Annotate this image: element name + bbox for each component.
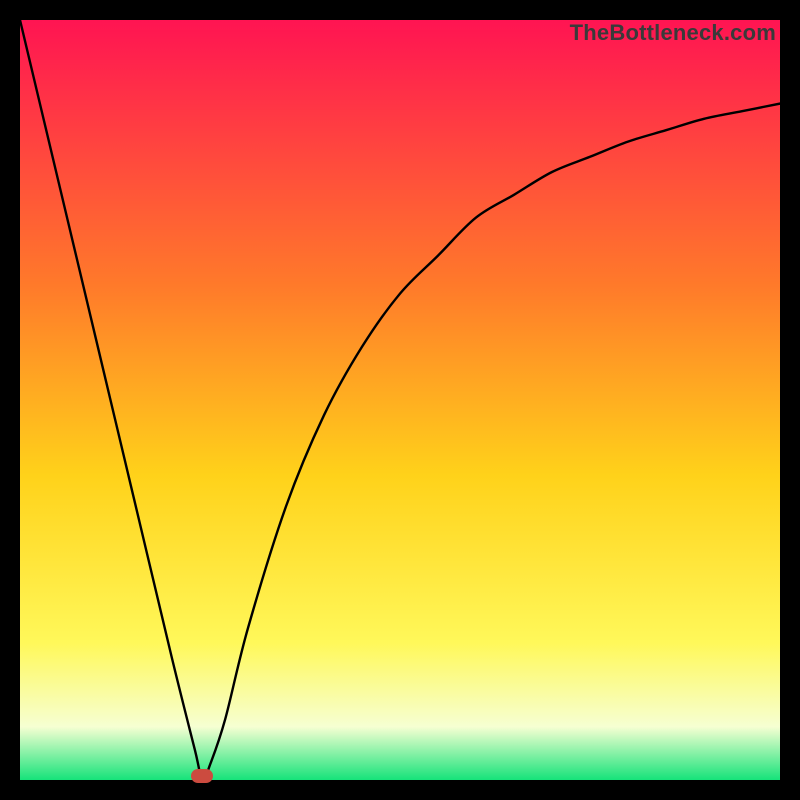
watermark-text: TheBottleneck.com bbox=[570, 20, 776, 46]
bottleneck-curve bbox=[20, 20, 780, 780]
bottleneck-marker bbox=[191, 769, 213, 783]
plot-area: TheBottleneck.com bbox=[20, 20, 780, 780]
chart-frame: TheBottleneck.com bbox=[20, 20, 780, 780]
